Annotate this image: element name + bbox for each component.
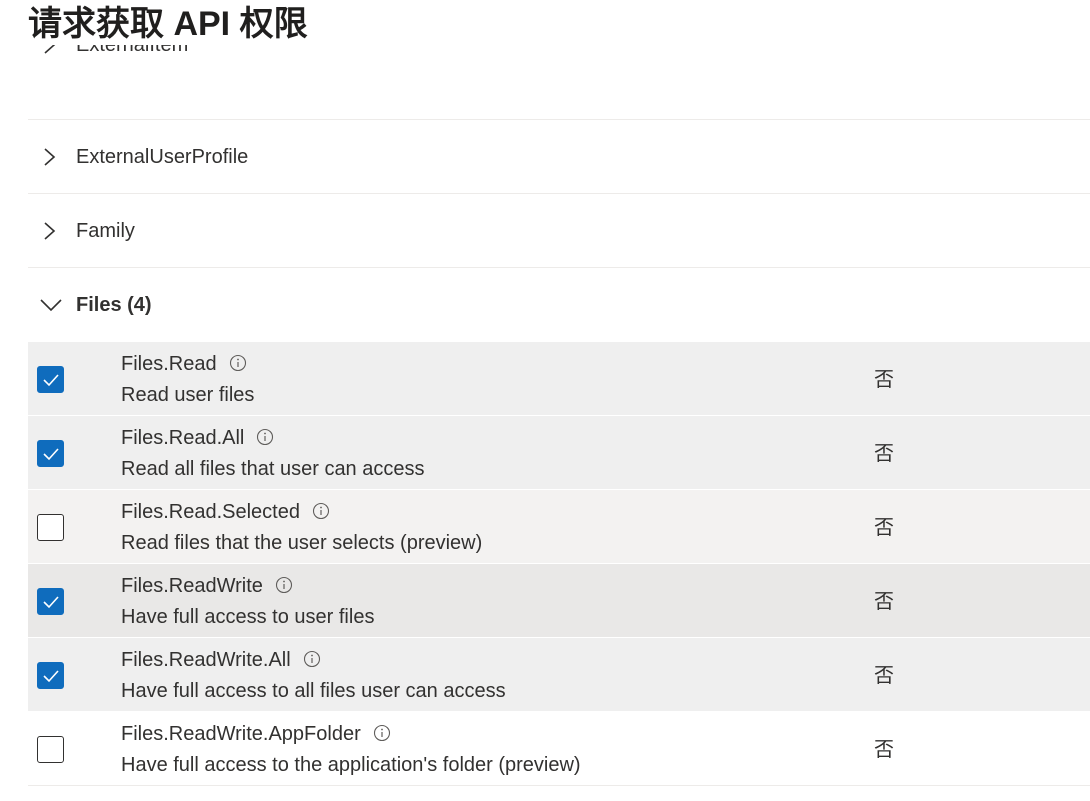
- permission-row[interactable]: Files.ReadWrite.All Have full access to …: [28, 638, 1090, 712]
- request-api-permissions-panel: 请求获取 API 权限 ExternalItem ExternalUserPro…: [0, 0, 1090, 801]
- group-files[interactable]: Files (4): [28, 268, 1090, 342]
- group-label: ExternalUserProfile: [76, 146, 249, 168]
- permission-row[interactable]: Files.Read.All Read all files that user …: [28, 416, 1090, 490]
- permission-checkbox[interactable]: [37, 514, 64, 541]
- admin-consent-required: 否: [874, 441, 894, 465]
- group-externalitem[interactable]: ExternalItem: [28, 45, 1090, 120]
- permission-name: Files.ReadWrite.AppFolder: [121, 723, 361, 745]
- permission-checkbox[interactable]: [37, 588, 64, 615]
- admin-consent-required: 否: [874, 589, 894, 613]
- admin-consent-required: 否: [874, 367, 894, 391]
- info-icon[interactable]: [373, 724, 391, 742]
- info-icon[interactable]: [275, 576, 293, 594]
- permission-row[interactable]: Files.ReadWrite Have full access to user…: [28, 564, 1090, 638]
- permission-description: Read all files that user can access: [121, 458, 425, 480]
- group-label: Files (4): [76, 294, 152, 316]
- permission-row[interactable]: Files.ReadWrite.AppFolder Have full acce…: [28, 712, 1090, 786]
- checkmark-icon: [43, 596, 59, 609]
- group-label: Family: [76, 220, 135, 242]
- chevron-right-icon: [44, 148, 56, 166]
- permission-checkbox[interactable]: [37, 736, 64, 763]
- permission-name-wrap: Files.ReadWrite.AppFolder: [121, 722, 391, 746]
- chevron-right-icon: [44, 45, 56, 54]
- info-icon[interactable]: [229, 354, 247, 372]
- permission-name: Files.Read.All: [121, 427, 245, 449]
- permission-row[interactable]: Files.Read Read user files 否: [28, 342, 1090, 416]
- permission-description: Have full access to all files user can a…: [121, 680, 506, 702]
- group-externaluserprofile[interactable]: ExternalUserProfile: [28, 120, 1090, 194]
- permission-list: ExternalItem ExternalUserProfile Family …: [28, 45, 1090, 786]
- permission-name-wrap: Files.ReadWrite.All: [121, 648, 321, 672]
- group-family[interactable]: Family: [28, 194, 1090, 268]
- permission-checkbox[interactable]: [37, 440, 64, 467]
- permission-name: Files.Read.Selected: [121, 501, 300, 523]
- checkmark-icon: [43, 374, 59, 387]
- permission-description: Have full access to the application's fo…: [121, 754, 581, 776]
- chevron-down-icon: [40, 299, 62, 312]
- group-label: ExternalItem: [76, 45, 189, 56]
- permission-description: Read files that the user selects (previe…: [121, 532, 483, 554]
- chevron-right-icon: [44, 222, 56, 240]
- permission-name: Files.ReadWrite.All: [121, 649, 291, 671]
- admin-consent-required: 否: [874, 663, 894, 687]
- page-title: 请求获取 API 权限: [28, 5, 308, 43]
- permission-name: Files.Read: [121, 353, 217, 375]
- admin-consent-required: 否: [874, 737, 894, 761]
- info-icon[interactable]: [303, 650, 321, 668]
- permission-description: Read user files: [121, 384, 255, 406]
- checkmark-icon: [43, 448, 59, 461]
- info-icon[interactable]: [312, 502, 330, 520]
- permission-name: Files.ReadWrite: [121, 575, 263, 597]
- permission-name-wrap: Files.Read.All: [121, 426, 274, 450]
- permission-checkbox[interactable]: [37, 662, 64, 689]
- permission-checkbox[interactable]: [37, 366, 64, 393]
- permission-row[interactable]: Files.Read.Selected Read files that the …: [28, 490, 1090, 564]
- permission-name-wrap: Files.Read: [121, 352, 247, 376]
- info-icon[interactable]: [256, 428, 274, 446]
- permission-name-wrap: Files.Read.Selected: [121, 500, 330, 524]
- permission-description: Have full access to user files: [121, 606, 375, 628]
- checkmark-icon: [43, 670, 59, 683]
- permission-name-wrap: Files.ReadWrite: [121, 574, 293, 598]
- admin-consent-required: 否: [874, 515, 894, 539]
